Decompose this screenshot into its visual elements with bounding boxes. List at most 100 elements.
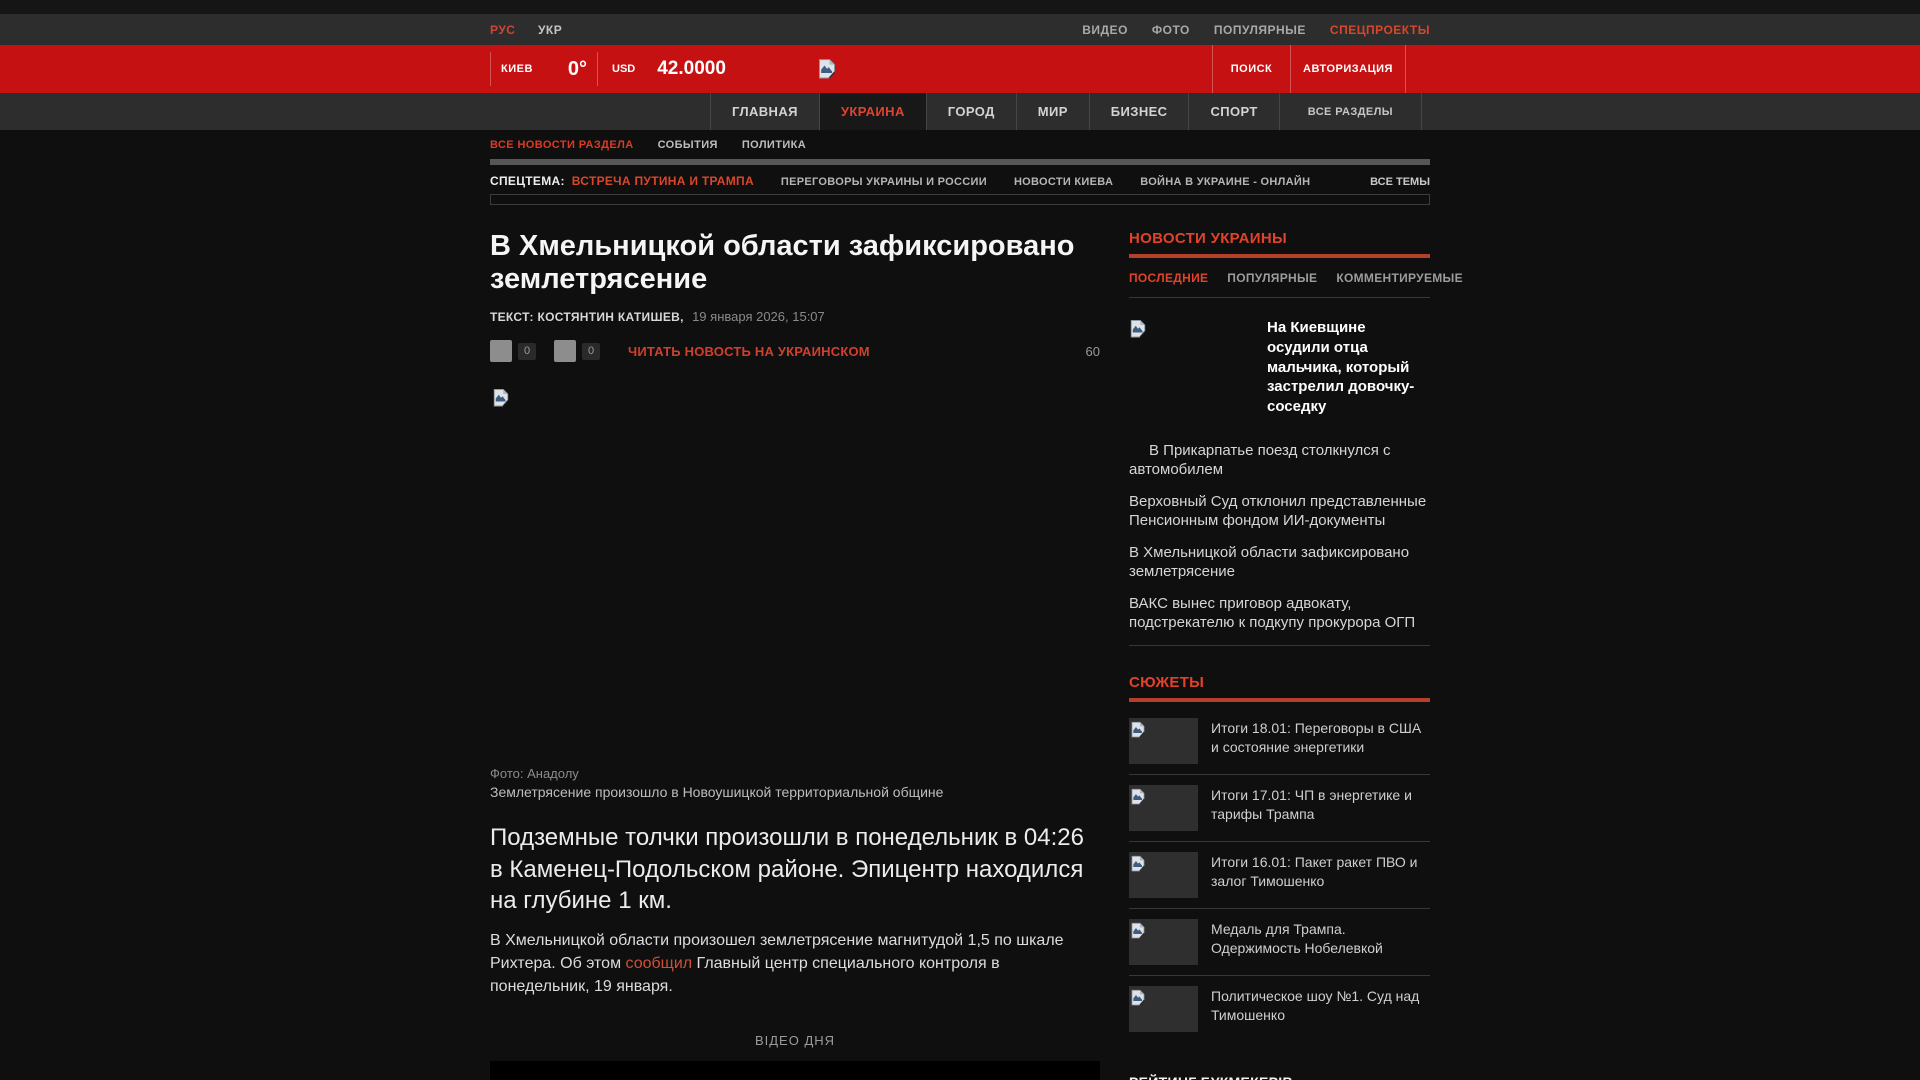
weather-city: КИЕВ [501, 63, 533, 75]
sujet-item[interactable]: Итоги 16.01: Пакет ракет ПВО и залог Тим… [1129, 842, 1430, 910]
currency-rate: 42.0000 [657, 58, 726, 79]
source-link[interactable]: сообщил [626, 955, 693, 972]
nav-item-main[interactable]: ГЛАВНАЯ [710, 93, 819, 130]
main-navigation: ГЛАВНАЯ УКРАИНА ГОРОД МИР БИЗНЕС СПОРТ В… [0, 93, 1920, 130]
share-count-badge: 0 [518, 342, 536, 360]
sujet-item[interactable]: Итоги 17.01: ЧП в энергетике и тарифы Тр… [1129, 775, 1430, 843]
sujet-item[interactable]: Итоги 18.01: Переговоры в США и состояни… [1129, 708, 1430, 776]
news-list-item[interactable]: В Хмельницкой области зафиксировано земл… [1129, 543, 1430, 581]
top-strip [0, 0, 1920, 14]
news-list-item[interactable]: В Прикарпатье поезд столкнулся с автомоб… [1129, 441, 1430, 479]
section-subnav: ВСЕ НОВОСТИ РАЗДЕЛА СОБЫТИЯ ПОЛИТИКА [490, 139, 1430, 151]
broken-image-icon [1130, 854, 1146, 872]
sujet-headline[interactable]: Политическое шоу №1. Суд над Тимошенко [1211, 987, 1430, 1023]
sujet-thumbnail [1129, 986, 1198, 1033]
sujet-thumbnail [1129, 919, 1198, 966]
top-link-specprojects[interactable]: СПЕЦПРОЕКТЫ [1330, 23, 1430, 37]
nav-item-city[interactable]: ГОРОД [925, 93, 1016, 130]
article-date: 19 января 2026, 15:07 [692, 309, 825, 325]
sidebar: НОВОСТИ УКРАИНЫ ПОСЛЕДНИЕ ПОПУЛЯРНЫЕ КОМ… [1129, 230, 1463, 1080]
broken-image-icon [1130, 988, 1146, 1006]
article-share-row: 0 0 ЧИТАТЬ НОВОСТЬ НА УКРАИНСКОМ 60 [490, 340, 1100, 363]
bookmakers-rating-title: РЕЙТИНГ БУКМЕКЕРІВ [1129, 1074, 1430, 1080]
site-logo broken-image-icon[interactable] [817, 57, 837, 79]
sidebar-featured-item[interactable]: На Киевщине осудили отца мальчика, котор… [1129, 318, 1430, 417]
news-list-item[interactable]: ВАКС вынес приговор адвокату, подстрекат… [1129, 594, 1430, 632]
language-switcher: РУС УКР [490, 21, 580, 39]
sujet-headline[interactable]: Итоги 17.01: ЧП в энергетике и тарифы Тр… [1211, 786, 1430, 822]
currency-code: USD [612, 63, 636, 75]
sidebar-news-title: НОВОСТИ УКРАИНЫ [1129, 230, 1288, 247]
spectema-topic-war-online[interactable]: ВОЙНА В УКРАИНЕ - ОНЛАЙН [1140, 176, 1310, 188]
tab-latest[interactable]: ПОСЛЕДНИЕ [1129, 271, 1208, 285]
featured-thumbnail [1129, 318, 1267, 410]
share-button-icon[interactable] [490, 340, 512, 363]
topics-outline-box [490, 194, 1430, 205]
sidebar-divider [1129, 645, 1430, 647]
sidebar-news-list: В Прикарпатье поезд столкнулся с автомоб… [1129, 441, 1430, 632]
nav-item-sport[interactable]: СПОРТ [1188, 93, 1278, 130]
broken-image-icon [1129, 318, 1147, 338]
subnav-all-news[interactable]: ВСЕ НОВОСТИ РАЗДЕЛА [490, 139, 634, 151]
subnav-politics[interactable]: ПОЛИТИКА [742, 139, 806, 151]
top-link-popular[interactable]: ПОПУЛЯРНЫЕ [1214, 23, 1306, 37]
photo-credit: Фото: Анадолу [490, 766, 579, 782]
nav-item-world[interactable]: МИР [1015, 93, 1089, 130]
spectema-topic-kyiv-news[interactable]: НОВОСТИ КИЕВА [1014, 176, 1113, 188]
red-underline [1129, 698, 1430, 703]
lang-ukr[interactable]: УКР [538, 23, 562, 37]
login-button[interactable]: АВТОРИЗАЦИЯ [1290, 45, 1406, 93]
sidebar-sujets-title: СЮЖЕТЫ [1129, 674, 1205, 692]
article-body: В Хмельницкой области произошел землетря… [490, 929, 1100, 999]
site-header: КИЕВ 0° USD 42.0000 ПОИСК АВТОРИЗАЦИЯ [0, 45, 1920, 93]
news-list-item[interactable]: Верховный Суд отклонил представленные Пе… [1129, 492, 1430, 530]
nav-item-business[interactable]: БИЗНЕС [1088, 93, 1189, 130]
lang-rus[interactable]: РУС [490, 23, 515, 37]
share-count-badge: 0 [582, 342, 600, 360]
nav-item-ukraine[interactable]: УКРАИНА [818, 93, 926, 130]
sujet-list: Итоги 18.01: Переговоры в США и состояни… [1129, 708, 1430, 1042]
broken-image-icon [492, 387, 510, 407]
spectema-label: СПЕЦТЕМА: [490, 174, 565, 188]
sujet-headline[interactable]: Итоги 16.01: Пакет ракет ПВО и залог Тим… [1211, 853, 1430, 889]
spectema-all-topics-link[interactable]: ВСЕ ТЕМЫ [1370, 176, 1430, 188]
featured-headline[interactable]: На Киевщине осудили отца мальчика, котор… [1267, 318, 1430, 417]
sujet-headline[interactable]: Медаль для Трампа. Одержимость Нобелевко… [1211, 920, 1430, 956]
search-button[interactable]: ПОИСК [1212, 45, 1290, 93]
read-in-ukrainian-link[interactable]: ЧИТАТЬ НОВОСТЬ НА УКРАИНСКОМ [628, 344, 870, 359]
broken-image-icon [1130, 787, 1146, 805]
video-of-day-label: ВІДЕО ДНЯ [754, 1032, 836, 1048]
sujet-item[interactable]: Медаль для Трампа. Одержимость Нобелевко… [1129, 909, 1430, 977]
article-title: В Хмельницкой области зафиксировано земл… [490, 230, 1075, 296]
article-column: В Хмельницкой области зафиксировано земл… [490, 230, 1100, 1080]
special-topics-bar: СПЕЦТЕМА: ВСТРЕЧА ПУТИНА И ТРАМПА ПЕРЕГО… [490, 174, 1430, 188]
photo-caption: Землетрясение произошло в Новоушицкой те… [490, 784, 944, 801]
weather-widget[interactable]: КИЕВ 0° [491, 58, 597, 81]
tab-commented[interactable]: КОММЕНТИРУЕМЫЕ [1336, 271, 1463, 285]
video-player[interactable] [490, 1060, 1100, 1080]
sujet-headline[interactable]: Итоги 18.01: Переговоры в США и состояни… [1211, 719, 1430, 755]
share-widget-1: 0 [490, 340, 536, 363]
weather-temperature: 0° [567, 57, 587, 80]
topics-scrollbar[interactable] [490, 159, 1430, 165]
share-widget-2: 0 [554, 340, 600, 363]
top-link-video[interactable]: ВИДЕО [1082, 23, 1128, 37]
article-author: ТЕКСТ: КОСТЯНТИН КАТИШЕВ, [490, 310, 684, 325]
sujet-item[interactable]: Политическое шоу №1. Суд над Тимошенко [1129, 976, 1430, 1042]
views-count: 60 [1085, 343, 1100, 359]
nav-item-all-sections[interactable]: ВСЕ РАЗДЕЛЫ [1278, 93, 1422, 130]
spectema-featured-link[interactable]: ВСТРЕЧА ПУТИНА И ТРАМПА [572, 174, 754, 188]
spectema-topic-negotiations[interactable]: ПЕРЕГОВОРЫ УКРАИНЫ И РОССИИ [781, 176, 987, 188]
sujet-thumbnail [1129, 852, 1198, 899]
currency-widget[interactable]: USD 42.0000 [598, 58, 774, 80]
tab-popular[interactable]: ПОПУЛЯРНЫЕ [1227, 271, 1317, 285]
top-links: ВИДЕО ФОТО ПОПУЛЯРНЫЕ СПЕЦПРОЕКТЫ [1082, 23, 1430, 37]
share-button-icon[interactable] [554, 340, 576, 363]
sujet-thumbnail [1129, 785, 1198, 832]
sidebar-tabs: ПОСЛЕДНИЕ ПОПУЛЯРНЫЕ КОММЕНТИРУЕМЫЕ [1129, 271, 1463, 298]
broken-image-icon [1130, 720, 1146, 738]
broken-image-icon [1130, 921, 1146, 939]
top-link-photo[interactable]: ФОТО [1152, 23, 1190, 37]
subnav-events[interactable]: СОБЫТИЯ [658, 139, 718, 151]
article-lead: Подземные толчки произошли в понедельник… [490, 824, 1084, 915]
